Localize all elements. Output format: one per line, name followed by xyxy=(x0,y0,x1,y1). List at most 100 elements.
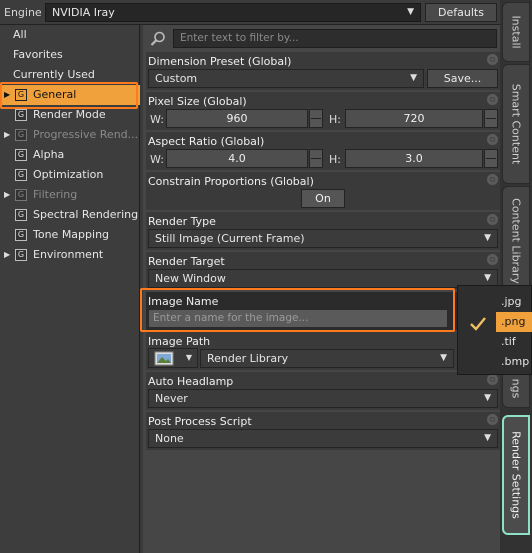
post-process-value: None xyxy=(155,432,184,445)
pixel-width-field[interactable]: 960 xyxy=(166,109,308,128)
gear-icon[interactable] xyxy=(487,54,498,65)
group-label: Tone Mapping xyxy=(33,228,110,241)
image-path-property: Image Path ▼ Render Library ▼ xyxy=(146,332,500,370)
chevron-down-icon: ▼ xyxy=(440,353,447,363)
extension-option-png[interactable]: .png xyxy=(496,312,532,332)
pixel-height-field[interactable]: 720 xyxy=(345,109,483,128)
gear-icon[interactable] xyxy=(487,254,498,265)
expand-triangle-icon[interactable]: ▶ xyxy=(4,185,10,205)
image-name-highlight-outline xyxy=(140,288,455,332)
property-title: Dimension Preset (Global) xyxy=(148,55,292,68)
tab-label: Smart Content xyxy=(509,83,523,165)
aspect-height-stepper[interactable] xyxy=(484,149,498,168)
filter-bar: Enter text to filter by... xyxy=(146,28,498,50)
pixel-width-stepper[interactable] xyxy=(309,109,323,128)
property-title: Render Type xyxy=(148,215,216,228)
aspect-width-stepper[interactable] xyxy=(309,149,323,168)
group-alpha[interactable]: G Alpha xyxy=(0,145,140,165)
extension-option-jpg[interactable]: .jpg xyxy=(496,292,532,312)
filter-input[interactable]: Enter text to filter by... xyxy=(173,29,497,48)
expand-triangle-icon[interactable]: ▶ xyxy=(4,125,10,145)
gear-icon[interactable] xyxy=(487,174,498,185)
group-label: Environment xyxy=(33,248,104,261)
general-highlight-outline xyxy=(0,82,138,109)
group-tone-mapping[interactable]: G Tone Mapping xyxy=(0,225,140,245)
pixel-size-property: Pixel Size (Global) W: 960 H: 720 xyxy=(146,92,500,130)
group-icon: G xyxy=(15,229,27,241)
defaults-button[interactable]: Defaults xyxy=(425,3,497,22)
property-title: Render Target xyxy=(148,255,225,268)
expand-triangle-icon[interactable]: ▶ xyxy=(4,245,10,265)
height-label: H: xyxy=(329,153,341,166)
tab-install[interactable]: Install xyxy=(502,2,530,62)
picture-icon xyxy=(154,351,174,366)
chevron-down-icon: ▼ xyxy=(484,233,491,243)
group-icon: G xyxy=(15,209,27,221)
property-title: Image Path xyxy=(148,335,211,348)
chevron-down-icon: ▼ xyxy=(484,393,491,403)
auto-headlamp-value: Never xyxy=(155,392,188,405)
gear-icon[interactable] xyxy=(487,214,498,225)
tab-label: Render Settings xyxy=(509,431,523,519)
group-label: Alpha xyxy=(33,148,65,161)
width-label: W: xyxy=(150,153,164,166)
save-preset-button[interactable]: Save... xyxy=(427,69,498,88)
gear-icon[interactable] xyxy=(487,134,498,145)
category-favorites[interactable]: Favorites xyxy=(0,45,140,65)
group-filtering[interactable]: ▶ G Filtering xyxy=(0,185,140,205)
render-type-select[interactable]: Still Image (Current Frame) ▼ xyxy=(148,229,498,248)
tab-render-settings[interactable]: Render Settings xyxy=(502,415,530,535)
group-icon: G xyxy=(15,169,27,181)
group-progressive-rendering[interactable]: ▶ G Progressive Rend... xyxy=(0,125,140,145)
engine-select[interactable]: NVIDIA Iray ▼ xyxy=(45,3,421,22)
dimension-preset-value: Custom xyxy=(155,72,198,85)
aspect-height-field[interactable]: 3.0 xyxy=(345,149,483,168)
chevron-down-icon: ▼ xyxy=(407,7,414,17)
constrain-toggle[interactable]: On xyxy=(301,189,345,208)
extension-dropdown: .jpg .png .tif .bmp xyxy=(457,285,532,375)
search-icon[interactable] xyxy=(149,30,167,48)
gear-icon[interactable] xyxy=(487,374,498,385)
property-title: Pixel Size (Global) xyxy=(148,95,247,108)
post-process-select[interactable]: None ▼ xyxy=(148,429,498,448)
post-process-property: Post Process Script None ▼ xyxy=(146,412,500,450)
chevron-down-icon: ▼ xyxy=(185,353,192,362)
category-all[interactable]: All xyxy=(0,25,140,45)
gear-icon[interactable] xyxy=(487,94,498,105)
engine-bar: Engine : NVIDIA Iray ▼ Defaults xyxy=(0,0,532,25)
group-icon: G xyxy=(15,149,27,161)
extension-option-tif[interactable]: .tif xyxy=(496,332,532,352)
aspect-ratio-property: Aspect Ratio (Global) W: 4.0 H: 3.0 xyxy=(146,132,500,170)
group-label: Render Mode xyxy=(33,108,106,121)
tab-label: Install xyxy=(509,15,523,49)
group-icon: G xyxy=(15,249,27,261)
group-icon: G xyxy=(15,129,27,141)
auto-headlamp-property: Auto Headlamp Never ▼ xyxy=(146,372,500,410)
dimension-preset-select[interactable]: Custom ▼ xyxy=(148,69,424,88)
render-target-select[interactable]: New Window ▼ xyxy=(148,269,498,288)
group-label: Progressive Rend... xyxy=(33,128,139,141)
group-label: Filtering xyxy=(33,188,78,201)
property-title: Post Process Script xyxy=(148,415,252,428)
chevron-down-icon: ▼ xyxy=(484,433,491,443)
render-target-property: Render Target New Window ▼ xyxy=(146,252,500,290)
auto-headlamp-select[interactable]: Never ▼ xyxy=(148,389,498,408)
gear-icon[interactable] xyxy=(487,414,498,425)
height-label: H: xyxy=(329,113,341,126)
group-icon: G xyxy=(15,189,27,201)
group-spectral-rendering[interactable]: G Spectral Rendering xyxy=(0,205,140,225)
image-path-browse-button[interactable]: ▼ xyxy=(148,348,198,368)
aspect-width-field[interactable]: 4.0 xyxy=(166,149,308,168)
tab-content-library[interactable]: Content Library xyxy=(502,186,530,296)
tab-smart-content[interactable]: Smart Content xyxy=(502,64,530,184)
chevron-down-icon: ▼ xyxy=(410,73,417,83)
group-optimization[interactable]: G Optimization xyxy=(0,165,140,185)
group-label: Spectral Rendering xyxy=(33,208,139,221)
image-path-select[interactable]: Render Library ▼ xyxy=(200,349,454,368)
left-category-panel: All Favorites Currently Used ▶ G General… xyxy=(0,25,140,553)
pixel-height-stepper[interactable] xyxy=(484,109,498,128)
extension-option-bmp[interactable]: .bmp xyxy=(496,352,532,372)
tab-label: Content Library xyxy=(509,198,523,284)
property-title: Aspect Ratio (Global) xyxy=(148,135,265,148)
group-environment[interactable]: ▶ G Environment xyxy=(0,245,140,265)
